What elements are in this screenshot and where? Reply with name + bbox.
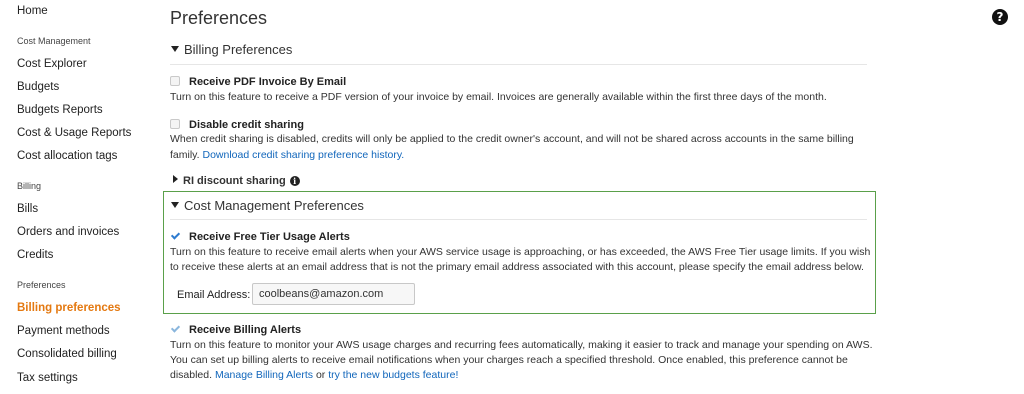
manage-billing-alerts-link[interactable]: Manage Billing Alerts [215,369,313,381]
sidebar-item-credits[interactable]: Credits [17,249,53,261]
email-address-label: Email Address: [177,289,251,301]
sidebar-item-tax-settings[interactable]: Tax settings [17,372,78,384]
credit-sharing-label: Disable credit sharing [189,119,304,131]
sidebar-section-preferences: Preferences [17,280,66,290]
free-tier-option: Receive Free Tier Usage Alerts [170,227,350,245]
sidebar-item-budgets-reports[interactable]: Budgets Reports [17,104,103,116]
billing-preferences-toggle[interactable]: Billing Preferences [171,42,292,57]
credit-sharing-checkbox[interactable] [170,119,180,129]
credit-sharing-description-family: family. [170,149,200,161]
caret-down-icon [171,202,179,208]
sidebar-item-consolidated-billing[interactable]: Consolidated billing [17,348,117,360]
try-budgets-link[interactable]: try the new budgets feature! [328,369,458,381]
sidebar-item-budgets[interactable]: Budgets [17,81,59,93]
free-tier-description-line2: to receive these alerts at an email addr… [170,261,864,273]
free-tier-label: Receive Free Tier Usage Alerts [189,231,350,243]
free-tier-checkbox[interactable] [170,231,180,241]
billing-alerts-option: Receive Billing Alerts [170,320,301,338]
credit-sharing-description-line2: family. Download credit sharing preferen… [170,147,404,163]
caret-down-icon [171,46,179,52]
sidebar-item-cost-allocation-tags[interactable]: Cost allocation tags [17,150,117,162]
cost-management-toggle[interactable]: Cost Management Preferences [171,198,364,213]
sidebar-item-orders-invoices[interactable]: Orders and invoices [17,226,119,238]
pdf-invoice-description: Turn on this feature to receive a PDF ve… [170,91,827,103]
billing-preferences-heading: Billing Preferences [184,42,293,57]
free-tier-description-line1: Turn on this feature to receive email al… [170,246,871,258]
ri-discount-toggle[interactable]: RI discount sharing i [173,175,300,187]
credit-sharing-description-line1: When credit sharing is disabled, credits… [170,133,854,145]
ri-discount-label: RI discount sharing [183,175,286,187]
sidebar-item-cost-usage-reports[interactable]: Cost & Usage Reports [17,127,131,139]
billing-alerts-description-line3: disabled. Manage Billing Alerts or try t… [170,367,458,383]
caret-right-icon [173,175,178,183]
info-icon[interactable]: i [289,176,300,186]
email-address-input[interactable] [252,283,415,305]
sidebar-item-home[interactable]: Home [17,5,48,17]
pdf-invoice-checkbox[interactable] [170,76,180,86]
billing-alerts-checkbox[interactable] [170,324,180,334]
sidebar-section-billing: Billing [17,181,42,191]
question-circle-icon[interactable]: ? [992,9,1008,25]
sidebar-item-payment-methods[interactable]: Payment methods [17,325,110,337]
sidebar-item-cost-explorer[interactable]: Cost Explorer [17,58,87,70]
billing-alerts-description-line2: You can set up billing alerts to receive… [170,354,848,366]
section-divider [170,64,867,65]
cost-management-heading: Cost Management Preferences [184,198,364,213]
sidebar-item-billing-preferences[interactable]: Billing preferences [17,302,121,314]
billing-alerts-or-text: or [315,369,326,381]
billing-alerts-label: Receive Billing Alerts [189,324,302,336]
section-divider [170,219,867,220]
sidebar-item-bills[interactable]: Bills [17,203,38,215]
sidebar-section-cost-management: Cost Management [17,36,91,46]
billing-alerts-disabled-text: disabled. [170,369,213,381]
pdf-invoice-option: Receive PDF Invoice By Email [170,72,346,90]
billing-alerts-description-line1: Turn on this feature to monitor your AWS… [170,339,873,351]
page-title: Preferences [170,8,268,28]
download-credit-history-link[interactable]: Download credit sharing preference histo… [202,149,404,161]
pdf-invoice-label: Receive PDF Invoice By Email [189,76,347,88]
